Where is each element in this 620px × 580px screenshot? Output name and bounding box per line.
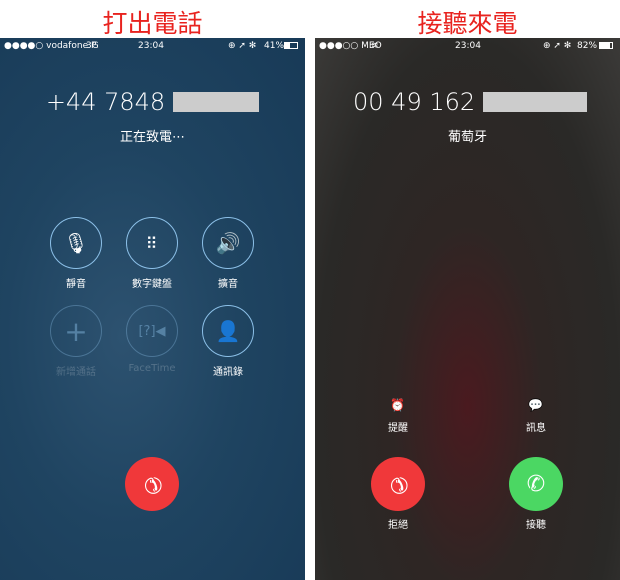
battery-icon	[599, 42, 613, 49]
carrier: ●●●●○ vodafone P	[4, 41, 97, 51]
outgoing-title: 打出電話	[102, 9, 203, 38]
time: 23:04	[138, 41, 164, 51]
phone-number: 00 49 162	[353, 88, 620, 116]
add-call-button[interactable]: +	[50, 305, 102, 357]
redaction	[483, 92, 588, 112]
status-bar: ●●●○○ MEO ≋ 23:04 ⊕ ➚ ✻ 82%	[315, 38, 620, 54]
speaker-icon: 🔊	[215, 231, 241, 255]
status-bar: ●●●●○ vodafone P 3G 23:04 ⊕ ➚ ✻ 41%	[0, 38, 305, 54]
incoming-call-screen: ●●●○○ MEO ≋ 23:04 ⊕ ➚ ✻ 82% 00 49 162 葡萄…	[315, 38, 620, 580]
facetime-button[interactable]: [?]◀	[126, 305, 178, 357]
call-state: 正在致電⋯	[119, 130, 185, 145]
accept-button[interactable]: ✆	[509, 457, 563, 511]
contacts-label: 通訊錄	[213, 367, 243, 378]
speaker-label: 擴音	[218, 279, 238, 290]
keypad-icon: ⠿	[145, 233, 159, 253]
incoming-title: 接聽來電	[417, 9, 518, 38]
hangup-icon: ✆	[136, 468, 168, 500]
keypad-button[interactable]: ⠿	[126, 217, 178, 269]
speaker-button[interactable]: 🔊	[202, 217, 254, 269]
caller-location: 葡萄牙	[447, 130, 487, 145]
mic-off-icon: 🎙	[63, 231, 89, 255]
mute-button[interactable]: 🎙	[50, 217, 102, 269]
status-icons: ⊕ ➚ ✻	[543, 41, 572, 51]
message-bubble-icon[interactable]: 💬	[528, 398, 543, 412]
wifi-icon: ≋	[371, 41, 379, 51]
battery-icon	[284, 42, 298, 49]
hangup-icon: ✆	[382, 468, 414, 500]
remind-me-button[interactable]: 提醒	[353, 419, 443, 434]
contacts-button[interactable]: 👤	[202, 305, 254, 357]
decline-button[interactable]: ✆	[371, 457, 425, 511]
outgoing-call-screen: ●●●●○ vodafone P 3G 23:04 ⊕ ➚ ✻ 41% +44 …	[0, 38, 305, 580]
accept-label: 接聽	[526, 520, 546, 531]
alarm-icon[interactable]: ⏰	[390, 398, 405, 412]
time: 23:04	[455, 41, 481, 51]
contacts-icon: 👤	[215, 319, 241, 343]
redaction	[173, 92, 260, 112]
facetime-icon: [?]◀	[138, 323, 166, 339]
battery-percent: 82%	[577, 41, 598, 51]
phone-icon: ✆	[526, 471, 546, 497]
phone-number: +44 7848	[0, 88, 305, 116]
battery-percent: 41%	[264, 41, 285, 51]
status-icons: ⊕ ➚ ✻	[228, 41, 257, 51]
number-text: +44 7848	[45, 88, 166, 116]
message-button[interactable]: 訊息	[491, 419, 581, 434]
network: 3G	[86, 41, 99, 51]
decline-label: 拒絕	[388, 520, 408, 531]
end-call-button[interactable]: ✆	[125, 457, 179, 511]
plus-icon: +	[64, 314, 88, 348]
number-text: 00 49 162	[353, 88, 476, 116]
